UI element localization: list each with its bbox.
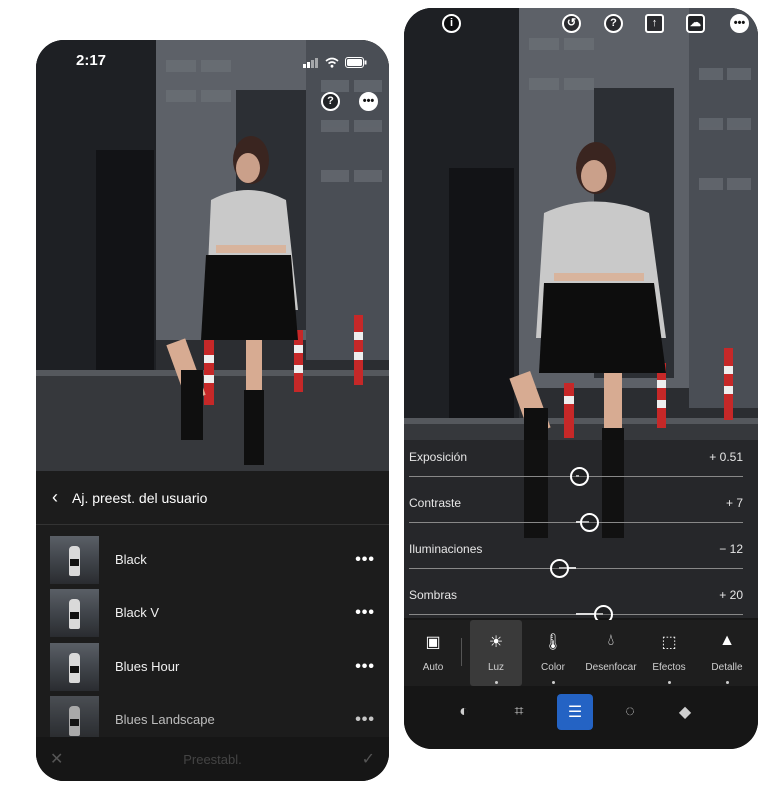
status-time: 2:17 (76, 52, 107, 69)
preset-item[interactable]: Blues Hour ••• (36, 640, 389, 693)
preset-label: Blues Hour (115, 659, 180, 674)
slider-value: + 20 (719, 588, 743, 602)
slider-row[interactable]: Exposición + 0.51 (404, 440, 758, 486)
more-icon[interactable]: ••• (355, 658, 375, 676)
preset-label: Black V (115, 605, 160, 620)
share-icon[interactable]: ↑ (645, 14, 664, 33)
slider-thumb[interactable] (570, 467, 590, 486)
right-phone-screen: i ↺ ? ↑ ☁ ••• Exposición + 0.51 Contrast… (404, 8, 758, 749)
more-icon[interactable]: ••• (730, 14, 749, 33)
tool-auto[interactable]: ▣ Auto (404, 620, 462, 686)
slider-value: + 0.51 (709, 450, 743, 464)
battery-icon (345, 55, 367, 72)
slider-track[interactable] (409, 559, 743, 578)
history-icon[interactable]: ↺ (562, 14, 581, 33)
status-bar: 2:17 (36, 52, 389, 72)
tools-bar: ▣ Auto ☀ Luz 🌡︎ Color 💧︎ Desenfocar ⬚ Ef… (404, 620, 758, 686)
bottom-tab-bar: ◐ ⌗ ☰ ◌ ◆ (404, 686, 758, 749)
more-icon[interactable]: ••• (355, 551, 375, 569)
erase-icon[interactable]: ◆ (667, 694, 703, 730)
cloud-icon[interactable]: ☁ (686, 14, 705, 33)
tool-efectos[interactable]: ⬚ Efectos (640, 620, 698, 686)
preset-header-title: Aj. preest. del usuario (72, 489, 208, 506)
preset-item[interactable]: Black V ••• (36, 586, 389, 639)
more-icon[interactable]: ••• (355, 711, 375, 729)
effects-icon: ⬚ (661, 634, 677, 651)
adjust-panel: Exposición + 0.51 Contraste + 7 Iluminac… (404, 440, 758, 624)
slider-value: + 7 (725, 496, 743, 510)
active-dot (551, 681, 555, 684)
slider-row[interactable]: Sombras + 20 (404, 578, 758, 624)
help-icon[interactable]: ? (321, 92, 340, 111)
preset-footer: ✕ Preestabl. ✓ (36, 737, 389, 781)
back-chevron-icon[interactable]: ‹ (52, 487, 58, 508)
left-phone-screen: 2:17 ? ••• ‹ Aj. preest. del usuario Bla… (36, 40, 389, 781)
thermometer-icon: 🌡︎ (542, 634, 564, 651)
check-icon[interactable]: ✓ (362, 749, 375, 769)
preset-thumbnail (50, 642, 99, 691)
preset-label: Blues Landscape (115, 712, 215, 727)
preset-panel: ‹ Aj. preest. del usuario Black ••• Blac… (36, 471, 389, 781)
slider-row[interactable]: Iluminaciones − 12 (404, 532, 758, 578)
tool-label: Luz (487, 662, 505, 673)
preset-thumbnail (50, 535, 99, 584)
tool-color[interactable]: 🌡︎ Color (524, 620, 582, 686)
close-icon[interactable]: ✕ (50, 749, 63, 769)
healing-icon[interactable]: ◌ (612, 694, 648, 730)
help-icon[interactable]: ? (604, 14, 623, 33)
tool-label: Desenfocar (585, 662, 637, 673)
sun-icon: ☀ (488, 634, 504, 651)
preset-label: Black (115, 552, 147, 567)
preset-item[interactable]: Black ••• (36, 533, 389, 586)
slider-track[interactable] (409, 605, 743, 624)
more-icon[interactable]: ••• (359, 92, 378, 111)
wifi-icon (325, 55, 339, 72)
tool-label: Detalle (711, 662, 743, 673)
slider-label: Sombras (409, 588, 458, 602)
tool-luz[interactable]: ☀ Luz (470, 620, 522, 686)
signal-icon (303, 55, 319, 72)
active-dot (725, 681, 729, 684)
triangle-icon: ▲ (719, 632, 735, 649)
active-dot (494, 681, 498, 684)
slider-value: − 12 (719, 542, 743, 556)
preset-header: ‹ Aj. preest. del usuario (36, 471, 389, 525)
slider-label: Iluminaciones (409, 542, 483, 556)
tool-detalle[interactable]: ▲ Detalle (698, 620, 756, 686)
adjust-icon[interactable]: ☰ (557, 694, 593, 730)
tool-desenfocar[interactable]: 💧︎ Desenfocar (582, 620, 640, 686)
footer-label: Preestabl. (183, 751, 242, 767)
auto-icon: ▣ (425, 634, 441, 651)
slider-thumb[interactable] (550, 559, 570, 578)
tools-divider (461, 638, 462, 666)
slider-thumb[interactable] (580, 513, 600, 532)
slider-track[interactable] (409, 513, 743, 532)
more-icon[interactable]: ••• (355, 604, 375, 622)
info-icon[interactable]: i (442, 14, 461, 33)
preset-thumbnail (50, 588, 99, 637)
crop-icon[interactable]: ⌗ (501, 694, 537, 730)
slider-row[interactable]: Contraste + 7 (404, 486, 758, 532)
slider-track[interactable] (409, 467, 743, 486)
slider-label: Exposición (409, 450, 468, 464)
tool-label: Auto (422, 662, 444, 673)
tool-label: Color (541, 662, 565, 673)
active-dot (667, 681, 671, 684)
tool-label: Efectos (652, 662, 686, 673)
slider-label: Contraste (409, 496, 462, 510)
selection-icon[interactable]: ◐ (446, 694, 482, 730)
drop-icon: 💧︎ (607, 632, 615, 649)
